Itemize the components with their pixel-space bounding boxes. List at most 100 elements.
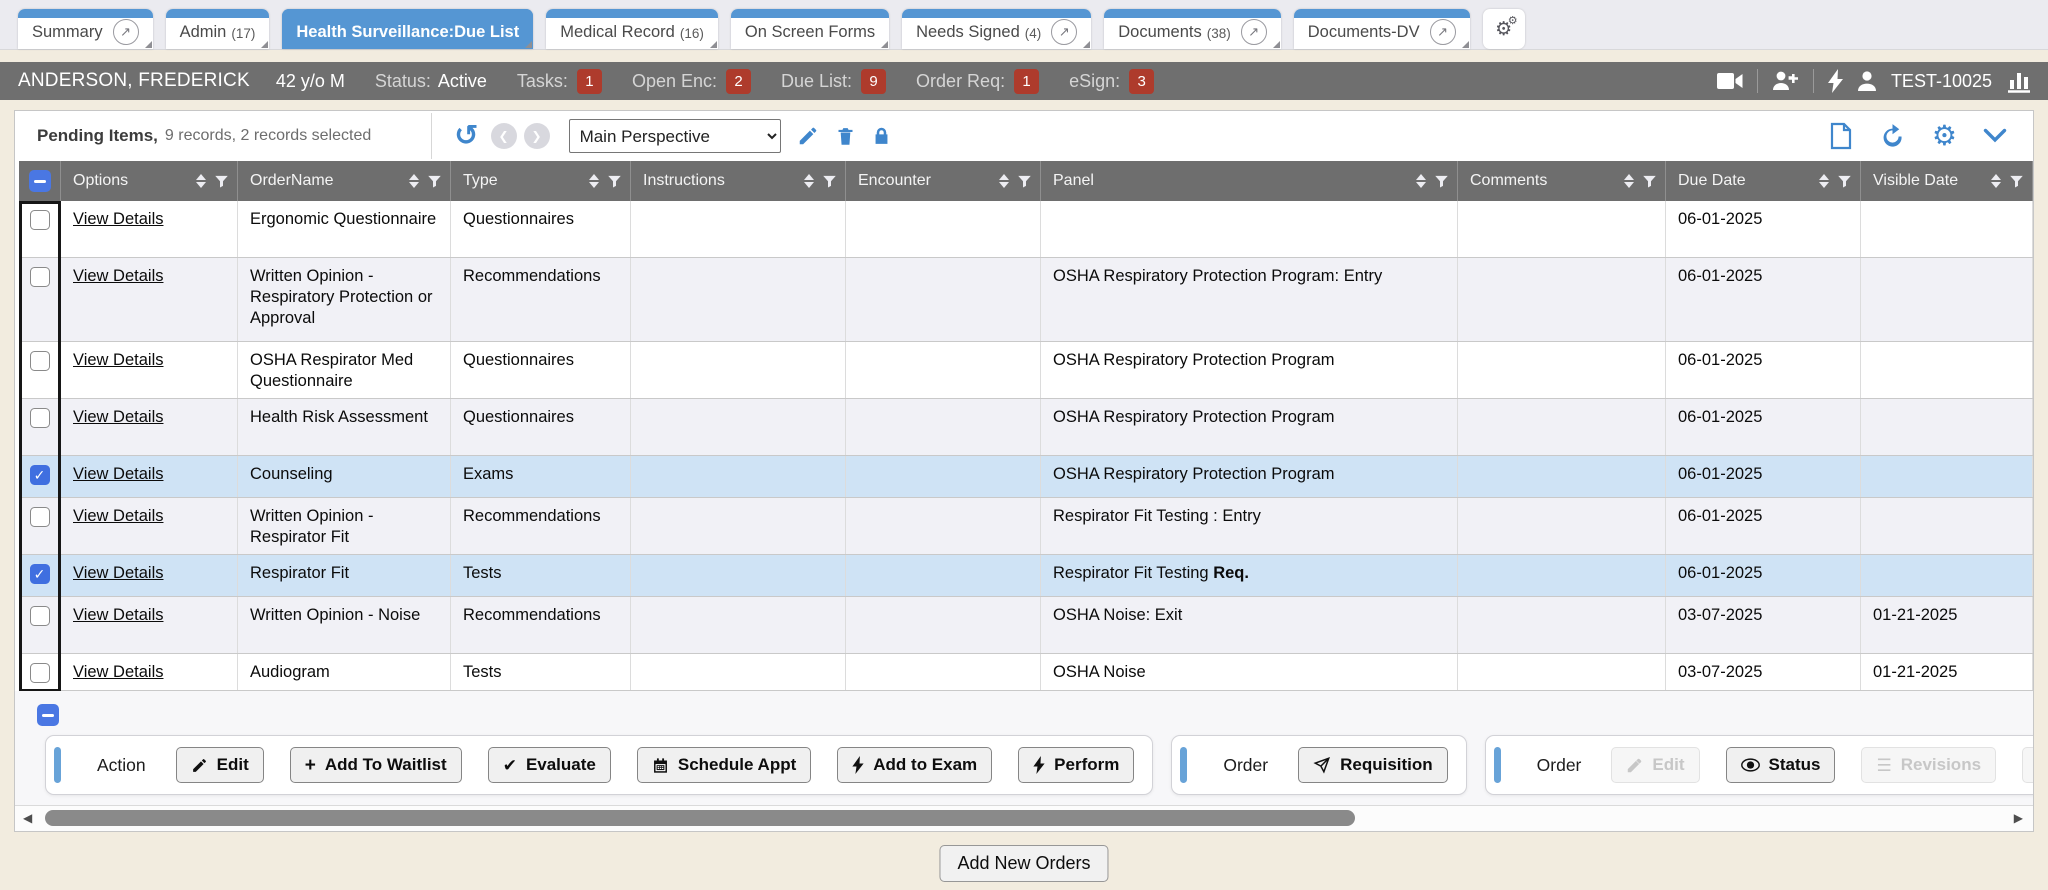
view-details-link[interactable]: View Details <box>73 606 163 624</box>
bar-chart-icon[interactable] <box>2006 68 2032 94</box>
tab-needs-signed[interactable]: Needs Signed(4)↗ <box>902 9 1091 49</box>
tab-health-surveillance-due-list[interactable]: Health Surveillance:Due List <box>282 9 533 49</box>
evaluate-button[interactable]: ✔Evaluate <box>488 747 611 783</box>
sort-icon[interactable] <box>1819 174 1829 188</box>
cell-options: View Details <box>61 555 238 596</box>
tab-documents-dv[interactable]: Documents-DV↗ <box>1294 9 1470 49</box>
counter-badge[interactable]: 3 <box>1129 69 1154 94</box>
add-to-exam-button[interactable]: Add to Exam <box>837 747 992 783</box>
tab-admin[interactable]: Admin(17) <box>166 9 270 49</box>
cell-options: View Details <box>61 654 238 690</box>
popout-icon[interactable]: ↗ <box>1051 19 1077 45</box>
edit-button[interactable]: Edit <box>176 747 264 783</box>
select-all-checkbox[interactable] <box>37 704 59 726</box>
row-checkbox[interactable] <box>30 351 50 371</box>
scroll-left-icon[interactable]: ◀ <box>23 811 32 825</box>
view-details-link[interactable]: View Details <box>73 351 163 369</box>
column-header-comments[interactable]: Comments <box>1458 161 1666 201</box>
refresh-icon[interactable] <box>1879 123 1906 150</box>
filter-funnel-icon[interactable] <box>2009 174 2024 189</box>
row-checkbox[interactable]: ✓ <box>30 564 50 584</box>
column-header-options[interactable]: Options <box>61 161 238 201</box>
column-header-due-date[interactable]: Due Date <box>1666 161 1861 201</box>
header-select-all-checkbox[interactable] <box>19 161 61 201</box>
prev-icon[interactable]: ❮ <box>491 123 517 149</box>
view-details-link[interactable]: View Details <box>73 210 163 228</box>
sort-icon[interactable] <box>589 174 599 188</box>
tab-documents[interactable]: Documents(38)↗ <box>1104 9 1280 49</box>
row-checkbox[interactable]: ✓ <box>30 465 50 485</box>
counter-badge[interactable]: 2 <box>726 69 751 94</box>
undo-icon[interactable]: ↺ <box>454 122 478 151</box>
add-to-waitlist-button[interactable]: +Add To Waitlist <box>290 747 462 783</box>
filter-funnel-icon[interactable] <box>214 174 229 189</box>
sort-icon[interactable] <box>409 174 419 188</box>
cell-visible-date <box>1861 456 2033 497</box>
view-details-link[interactable]: View Details <box>73 408 163 426</box>
row-checkbox[interactable] <box>30 507 50 527</box>
sort-icon[interactable] <box>999 174 1009 188</box>
video-camera-icon[interactable] <box>1717 70 1743 92</box>
column-header-encounter[interactable]: Encounter <box>846 161 1041 201</box>
next-icon[interactable]: ❯ <box>524 123 550 149</box>
edit-pencil-icon[interactable] <box>797 125 819 147</box>
new-document-icon[interactable] <box>1829 122 1853 150</box>
column-header-type[interactable]: Type <box>451 161 631 201</box>
schedule-appt-button[interactable]: Schedule Appt <box>637 747 811 783</box>
popout-icon[interactable]: ↗ <box>1241 19 1267 45</box>
add-person-icon[interactable] <box>1772 69 1799 93</box>
sort-icon[interactable] <box>804 174 814 188</box>
column-header-ordername[interactable]: OrderName <box>238 161 451 201</box>
filter-funnel-icon[interactable] <box>1434 174 1449 189</box>
filter-funnel-icon[interactable] <box>1017 174 1032 189</box>
filter-funnel-icon[interactable] <box>1837 174 1852 189</box>
filter-funnel-icon[interactable] <box>607 174 622 189</box>
row-checkbox[interactable] <box>30 663 50 683</box>
filter-funnel-icon[interactable] <box>1642 174 1657 189</box>
row-checkbox[interactable] <box>30 210 50 230</box>
tab-medical-record[interactable]: Medical Record(16) <box>546 9 718 49</box>
bolt-icon[interactable] <box>1828 69 1843 93</box>
tab-on-screen-forms[interactable]: On Screen Forms <box>731 9 889 49</box>
view-details-link[interactable]: View Details <box>73 564 163 582</box>
row-checkbox[interactable] <box>30 606 50 626</box>
scroll-right-icon[interactable]: ▶ <box>2014 811 2023 825</box>
filter-funnel-icon[interactable] <box>427 174 442 189</box>
column-header-instructions[interactable]: Instructions <box>631 161 846 201</box>
sort-icon[interactable] <box>196 174 206 188</box>
counter-badge[interactable]: 1 <box>577 69 602 94</box>
gear-icon[interactable]: ⚙ <box>1932 122 1957 150</box>
tab-summary[interactable]: Summary↗ <box>18 9 153 49</box>
panel-text: OSHA Noise: Exit <box>1053 606 1182 624</box>
pencil-icon <box>1626 757 1643 774</box>
menu-icon: ☰ <box>1876 757 1891 774</box>
requisition-button[interactable]: Requisition <box>1298 747 1448 783</box>
trash-icon[interactable] <box>835 125 856 147</box>
popout-icon[interactable]: ↗ <box>1430 19 1456 45</box>
row-checkbox[interactable] <box>30 408 50 428</box>
column-header-visible-date[interactable]: Visible Date <box>1861 161 2033 201</box>
column-header-panel[interactable]: Panel <box>1041 161 1458 201</box>
view-details-link[interactable]: View Details <box>73 507 163 525</box>
sort-icon[interactable] <box>1991 174 2001 188</box>
view-details-link[interactable]: View Details <box>73 267 163 285</box>
row-checkbox[interactable] <box>30 267 50 287</box>
status-button[interactable]: Status <box>1726 747 1836 783</box>
chevron-down-icon[interactable] <box>1983 128 2007 144</box>
view-details-link[interactable]: View Details <box>73 465 163 483</box>
cell-encounter <box>846 342 1041 398</box>
popout-icon[interactable]: ↗ <box>113 19 139 45</box>
view-details-link[interactable]: View Details <box>73 663 163 681</box>
lock-icon[interactable] <box>872 125 891 147</box>
perform-button[interactable]: Perform <box>1018 747 1134 783</box>
filter-funnel-icon[interactable] <box>822 174 837 189</box>
scrollbar-thumb[interactable] <box>45 810 1355 826</box>
counter-badge[interactable]: 9 <box>861 69 886 94</box>
horizontal-scrollbar[interactable]: ◀ ▶ <box>15 805 2033 831</box>
sort-icon[interactable] <box>1416 174 1426 188</box>
add-new-orders-button[interactable]: Add New Orders <box>939 845 1108 882</box>
tab-settings-button[interactable]: ⚙⚙ <box>1483 9 1525 49</box>
perspective-select[interactable]: Main Perspective <box>569 119 781 153</box>
counter-badge[interactable]: 1 <box>1014 69 1039 94</box>
sort-icon[interactable] <box>1624 174 1634 188</box>
